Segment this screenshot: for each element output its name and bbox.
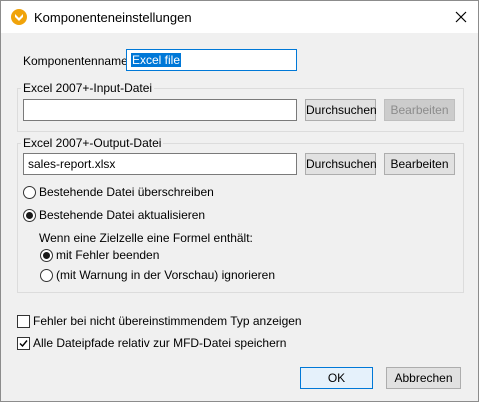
ok-button[interactable]: OK [300,367,373,389]
dialog-title: Komponenteneinstellungen [34,10,192,25]
output-file-legend: Excel 2007+-Output-Datei [21,136,164,150]
input-file-legend: Excel 2007+-Input-Datei [21,81,155,95]
ignore-radio[interactable] [40,269,53,282]
component-name-input[interactable]: Excel file [126,49,297,71]
cancel-button[interactable]: Abbrechen [386,367,461,389]
component-name-value: Excel file [131,53,182,67]
title-bar[interactable]: Komponenteneinstellungen [1,1,478,33]
relative-paths-label[interactable]: Alle Dateipfade relativ zur MFD-Datei sp… [33,336,286,350]
abort-label[interactable]: mit Fehler beenden [56,248,159,262]
abort-radio[interactable] [40,249,53,262]
input-file-path[interactable] [23,99,297,121]
update-label[interactable]: Bestehende Datei aktualisieren [39,208,205,222]
formula-question: Wenn eine Zielzelle eine Formel enthält: [39,231,253,245]
update-radio[interactable] [23,209,36,222]
overwrite-radio[interactable] [23,186,36,199]
type-mismatch-checkbox[interactable] [17,315,30,328]
close-icon [455,11,467,23]
component-name-label: Komponentenname: [23,54,132,68]
overwrite-label[interactable]: Bestehende Datei überschreiben [39,185,214,199]
type-mismatch-label[interactable]: Fehler bei nicht übereinstimmendem Typ a… [33,314,302,328]
input-browse-button[interactable]: Durchsuchen [305,99,377,121]
app-icon [11,9,27,25]
output-file-path[interactable]: sales-report.xlsx [23,153,297,175]
output-edit-button[interactable]: Bearbeiten [384,153,455,175]
settings-dialog: Komponenteneinstellungen Komponentenname… [0,0,479,402]
checkmark-icon [19,340,28,348]
ignore-label[interactable]: (mit Warnung in der Vorschau) ignorieren [56,268,275,282]
output-browse-button[interactable]: Durchsuchen [305,153,377,175]
input-edit-button[interactable]: Bearbeiten [384,99,455,121]
close-button[interactable] [444,1,478,33]
relative-paths-checkbox[interactable] [17,337,30,350]
